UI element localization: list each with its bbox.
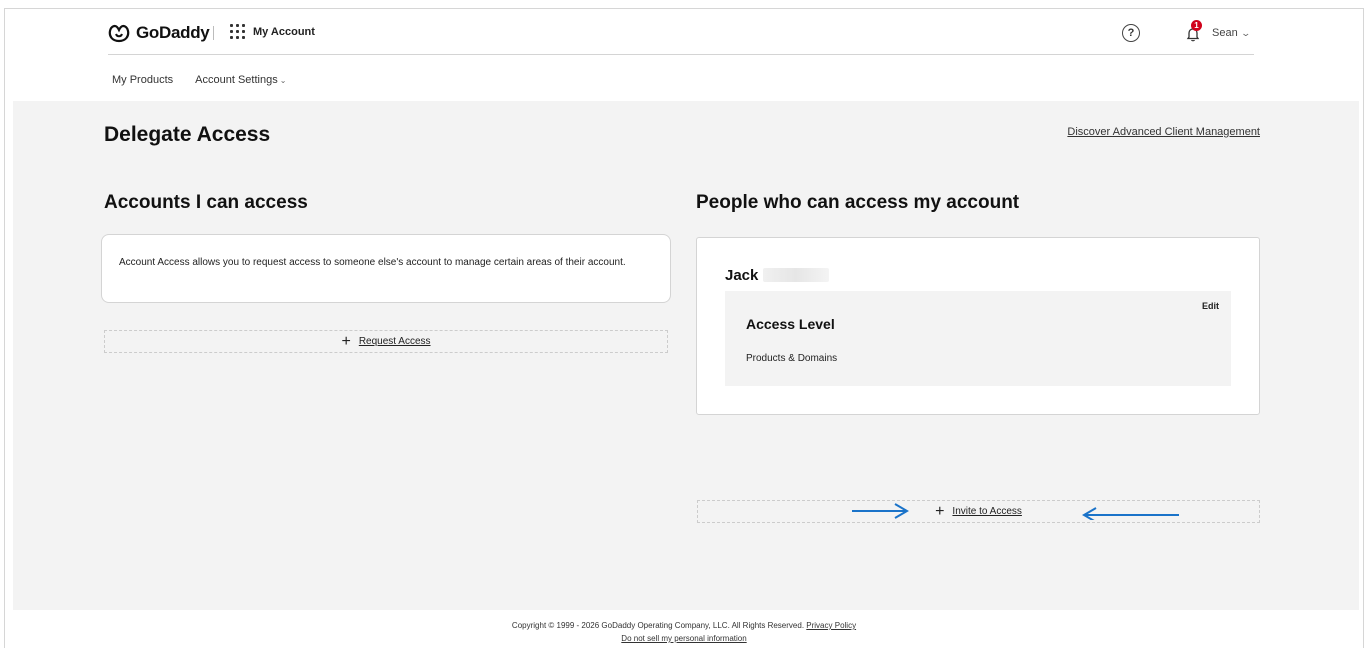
accounts-i-can-access-heading: Accounts I can access bbox=[104, 192, 308, 213]
edit-access-button[interactable]: Edit bbox=[1202, 301, 1219, 311]
access-level-box: Edit Access Level Products & Domains bbox=[725, 291, 1231, 386]
user-menu[interactable]: Sean ⌄ bbox=[1212, 27, 1251, 39]
main-nav: My Products Account Settings ⌄ bbox=[112, 74, 286, 86]
people-who-can-access-heading: People who can access my account bbox=[696, 192, 1020, 213]
chevron-down-icon: ⌄ bbox=[279, 76, 287, 85]
person-card: Jack Edit Access Level Products & Domain… bbox=[696, 237, 1260, 415]
discover-advanced-client-management-link[interactable]: Discover Advanced Client Management bbox=[1067, 126, 1260, 138]
person-name: Jack bbox=[725, 267, 759, 284]
help-icon[interactable]: ? bbox=[1122, 24, 1140, 42]
user-name: Sean bbox=[1212, 27, 1238, 39]
privacy-policy-link[interactable]: Privacy Policy bbox=[806, 621, 856, 630]
arrow-left-icon bbox=[1082, 507, 1179, 520]
nav-my-products[interactable]: My Products bbox=[112, 74, 173, 86]
invite-to-access-label: Invite to Access bbox=[952, 506, 1022, 517]
request-access-button[interactable]: + Request Access bbox=[104, 330, 668, 353]
request-access-label: Request Access bbox=[358, 336, 431, 347]
nav-account-settings-label: Account Settings bbox=[195, 74, 278, 86]
plus-icon: + bbox=[341, 332, 351, 350]
app-label: My Account bbox=[253, 25, 315, 38]
footer-line-2: Do not sell my personal information bbox=[0, 632, 1368, 645]
godaddy-logo-icon bbox=[108, 24, 130, 43]
do-not-sell-link[interactable]: Do not sell my personal information bbox=[621, 634, 746, 643]
logo-divider bbox=[213, 26, 214, 40]
plus-icon: + bbox=[935, 502, 945, 520]
account-access-info-card: Account Access allows you to request acc… bbox=[101, 234, 671, 303]
redacted-name bbox=[763, 268, 829, 282]
copyright-text: Copyright © 1999 - 2026 GoDaddy Operatin… bbox=[511, 621, 805, 630]
chevron-down-icon: ⌄ bbox=[1240, 27, 1251, 38]
apps-grid-icon bbox=[230, 24, 245, 39]
access-level-title: Access Level bbox=[746, 316, 835, 332]
access-level-value: Products & Domains bbox=[746, 353, 838, 364]
nav-account-settings[interactable]: Account Settings ⌄ bbox=[195, 74, 286, 86]
page-title: Delegate Access bbox=[104, 123, 271, 146]
brand-name: GoDaddy bbox=[136, 23, 210, 42]
footer-line-1: Copyright © 1999 - 2026 GoDaddy Operatin… bbox=[0, 619, 1368, 632]
godaddy-logo[interactable]: GoDaddy bbox=[108, 23, 210, 43]
notification-badge: 1 bbox=[1191, 20, 1202, 31]
footer: Copyright © 1999 - 2026 GoDaddy Operatin… bbox=[0, 619, 1368, 645]
apps-menu-button[interactable]: My Account bbox=[230, 24, 315, 39]
top-header: GoDaddy My Account ? 1 Sean ⌄ bbox=[108, 14, 1254, 55]
account-access-info-text: Account Access allows you to request acc… bbox=[119, 257, 626, 268]
